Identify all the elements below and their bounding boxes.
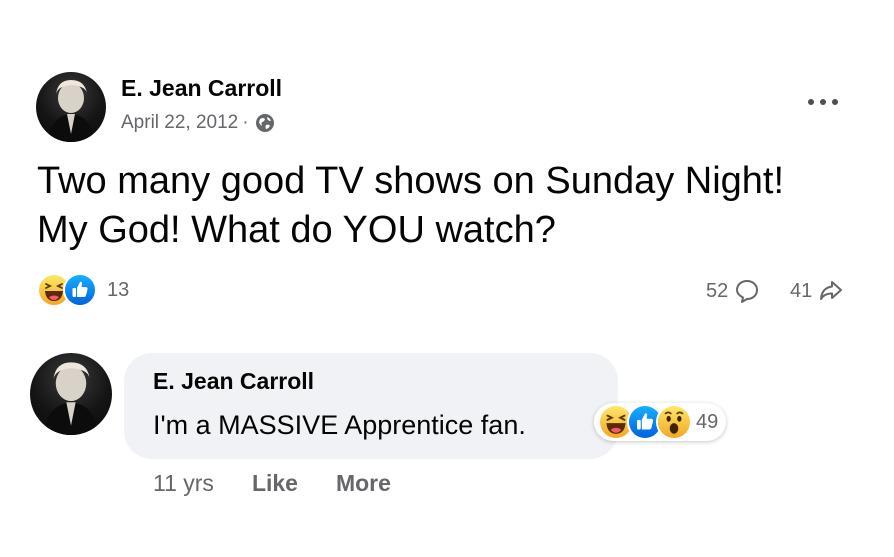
post-author-name[interactable]: E. Jean Carroll <box>121 75 282 102</box>
comment-text: I'm a MASSIVE Apprentice fan. <box>153 410 526 440</box>
meta-separator: · <box>242 112 249 133</box>
post-author-avatar[interactable] <box>36 72 106 142</box>
comment-actions: 11 yrs Like More <box>153 470 391 497</box>
post-text: Two many good TV shows on Sunday Night! … <box>37 160 785 251</box>
shares-count-value: 41 <box>790 279 813 302</box>
shares-count[interactable]: 41 <box>790 278 844 304</box>
comment-like-button[interactable]: Like <box>252 470 298 497</box>
comment-author-name[interactable]: E. Jean Carroll <box>153 368 314 395</box>
wow-icon <box>656 404 692 440</box>
comment-author-avatar[interactable] <box>30 353 112 435</box>
comment-icon <box>734 278 760 304</box>
comments-count[interactable]: 52 <box>706 278 760 304</box>
dot-icon <box>820 99 826 105</box>
comment-timestamp[interactable]: 11 yrs <box>153 470 214 497</box>
post-date[interactable]: April 22, 2012 <box>121 112 238 134</box>
post-meta: April 22, 2012 · <box>121 112 275 134</box>
reactions-summary[interactable]: 13 <box>37 273 129 307</box>
share-icon <box>818 278 844 304</box>
comment-more-button[interactable]: More <box>336 470 391 497</box>
reaction-count[interactable]: 13 <box>107 279 129 302</box>
globe-icon <box>255 113 275 133</box>
comment-reaction-count: 49 <box>696 410 719 433</box>
comments-count-value: 52 <box>706 279 729 302</box>
dot-icon <box>808 99 814 105</box>
like-icon <box>63 273 97 307</box>
dot-icon <box>832 99 838 105</box>
more-options-button[interactable] <box>808 94 838 110</box>
comment-reactions[interactable]: 49 <box>594 403 727 441</box>
